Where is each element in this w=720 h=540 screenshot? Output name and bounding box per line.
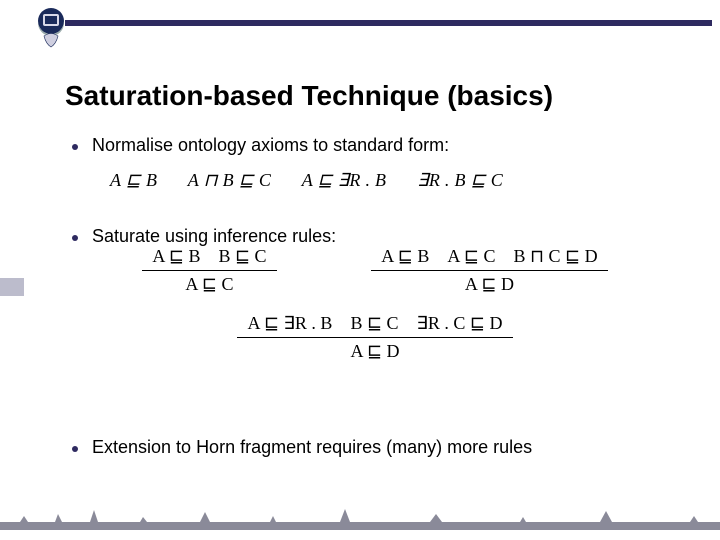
normal-form: ∃R . B ⊑ C bbox=[417, 170, 503, 190]
rule-premises: A ⊑ B A ⊑ C B ⊓ C ⊑ D bbox=[371, 246, 607, 271]
inference-rules: A ⊑ B B ⊑ C A ⊑ C A ⊑ B A ⊑ C B ⊓ C ⊑ D … bbox=[95, 246, 655, 380]
rule-premises: A ⊑ ∃R . B B ⊑ C ∃R . C ⊑ D bbox=[237, 313, 512, 338]
normal-forms-row: A ⊑ B A ⊓ B ⊑ C A ⊑ ∃R . B ∃R . B ⊑ C bbox=[110, 170, 529, 191]
university-crest-icon bbox=[34, 6, 68, 50]
bullet-item: Extension to Horn fragment requires (man… bbox=[72, 437, 690, 458]
rule-conclusion: A ⊑ D bbox=[237, 338, 512, 362]
normal-form: A ⊓ B ⊑ C bbox=[188, 170, 272, 190]
side-tab-decoration bbox=[0, 278, 24, 296]
bullet-text: Saturate using inference rules: bbox=[92, 226, 336, 247]
normal-form: A ⊑ ∃R . B bbox=[302, 170, 387, 190]
rule-premises: A ⊑ B B ⊑ C bbox=[142, 246, 276, 271]
rule-conclusion: A ⊑ D bbox=[371, 271, 607, 295]
rules-row: A ⊑ ∃R . B B ⊑ C ∃R . C ⊑ D A ⊑ D bbox=[95, 313, 655, 362]
bullet-item: Saturate using inference rules: bbox=[72, 226, 690, 247]
bullet-dot-icon bbox=[72, 144, 78, 150]
header-rule bbox=[65, 20, 712, 26]
bullet-item: Normalise ontology axioms to standard fo… bbox=[72, 135, 690, 156]
bullet-text: Normalise ontology axioms to standard fo… bbox=[92, 135, 449, 156]
inference-rule: A ⊑ B A ⊑ C B ⊓ C ⊑ D A ⊑ D bbox=[371, 246, 607, 295]
footer-skyline bbox=[0, 504, 720, 540]
inference-rule: A ⊑ ∃R . B B ⊑ C ∃R . C ⊑ D A ⊑ D bbox=[237, 313, 512, 362]
bullet-dot-icon bbox=[72, 446, 78, 452]
inference-rule: A ⊑ B B ⊑ C A ⊑ C bbox=[142, 246, 276, 295]
bullet-dot-icon bbox=[72, 235, 78, 241]
rule-conclusion: A ⊑ C bbox=[142, 271, 276, 295]
skyline-icon bbox=[0, 508, 720, 530]
normal-form: A ⊑ B bbox=[110, 170, 157, 190]
rules-row: A ⊑ B B ⊑ C A ⊑ C A ⊑ B A ⊑ C B ⊓ C ⊑ D … bbox=[95, 246, 655, 295]
slide-title: Saturation-based Technique (basics) bbox=[65, 80, 553, 112]
bullet-text: Extension to Horn fragment requires (man… bbox=[92, 437, 532, 458]
